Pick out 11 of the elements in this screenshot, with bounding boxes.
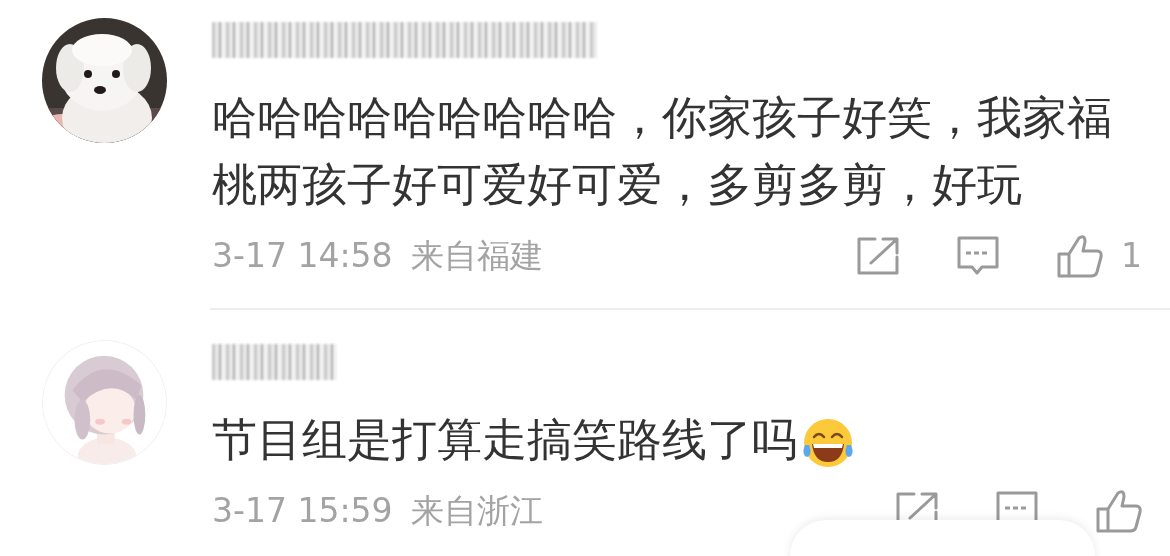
timestamp: 3-17 14:58 [212, 235, 393, 278]
comment-icon[interactable] [957, 236, 999, 276]
timestamp: 3-17 15:59 [212, 490, 393, 533]
like-count: 1 [1121, 235, 1142, 278]
location-label: 来自浙江 [410, 490, 543, 533]
thumbs-up-icon[interactable] [1096, 489, 1142, 533]
location-label: 来自福建 [410, 235, 543, 278]
comment-text: 节目组是打算走搞笑路线了吗 [212, 413, 797, 466]
comment-text: 哈哈哈哈哈哈哈哈哈，你家孩子好笑，我家福桃两孩子好可爱好可爱，多剪多剪，好玩 [212, 91, 1112, 211]
thumbs-up-icon[interactable] [1057, 234, 1103, 278]
share-icon[interactable] [857, 237, 899, 275]
